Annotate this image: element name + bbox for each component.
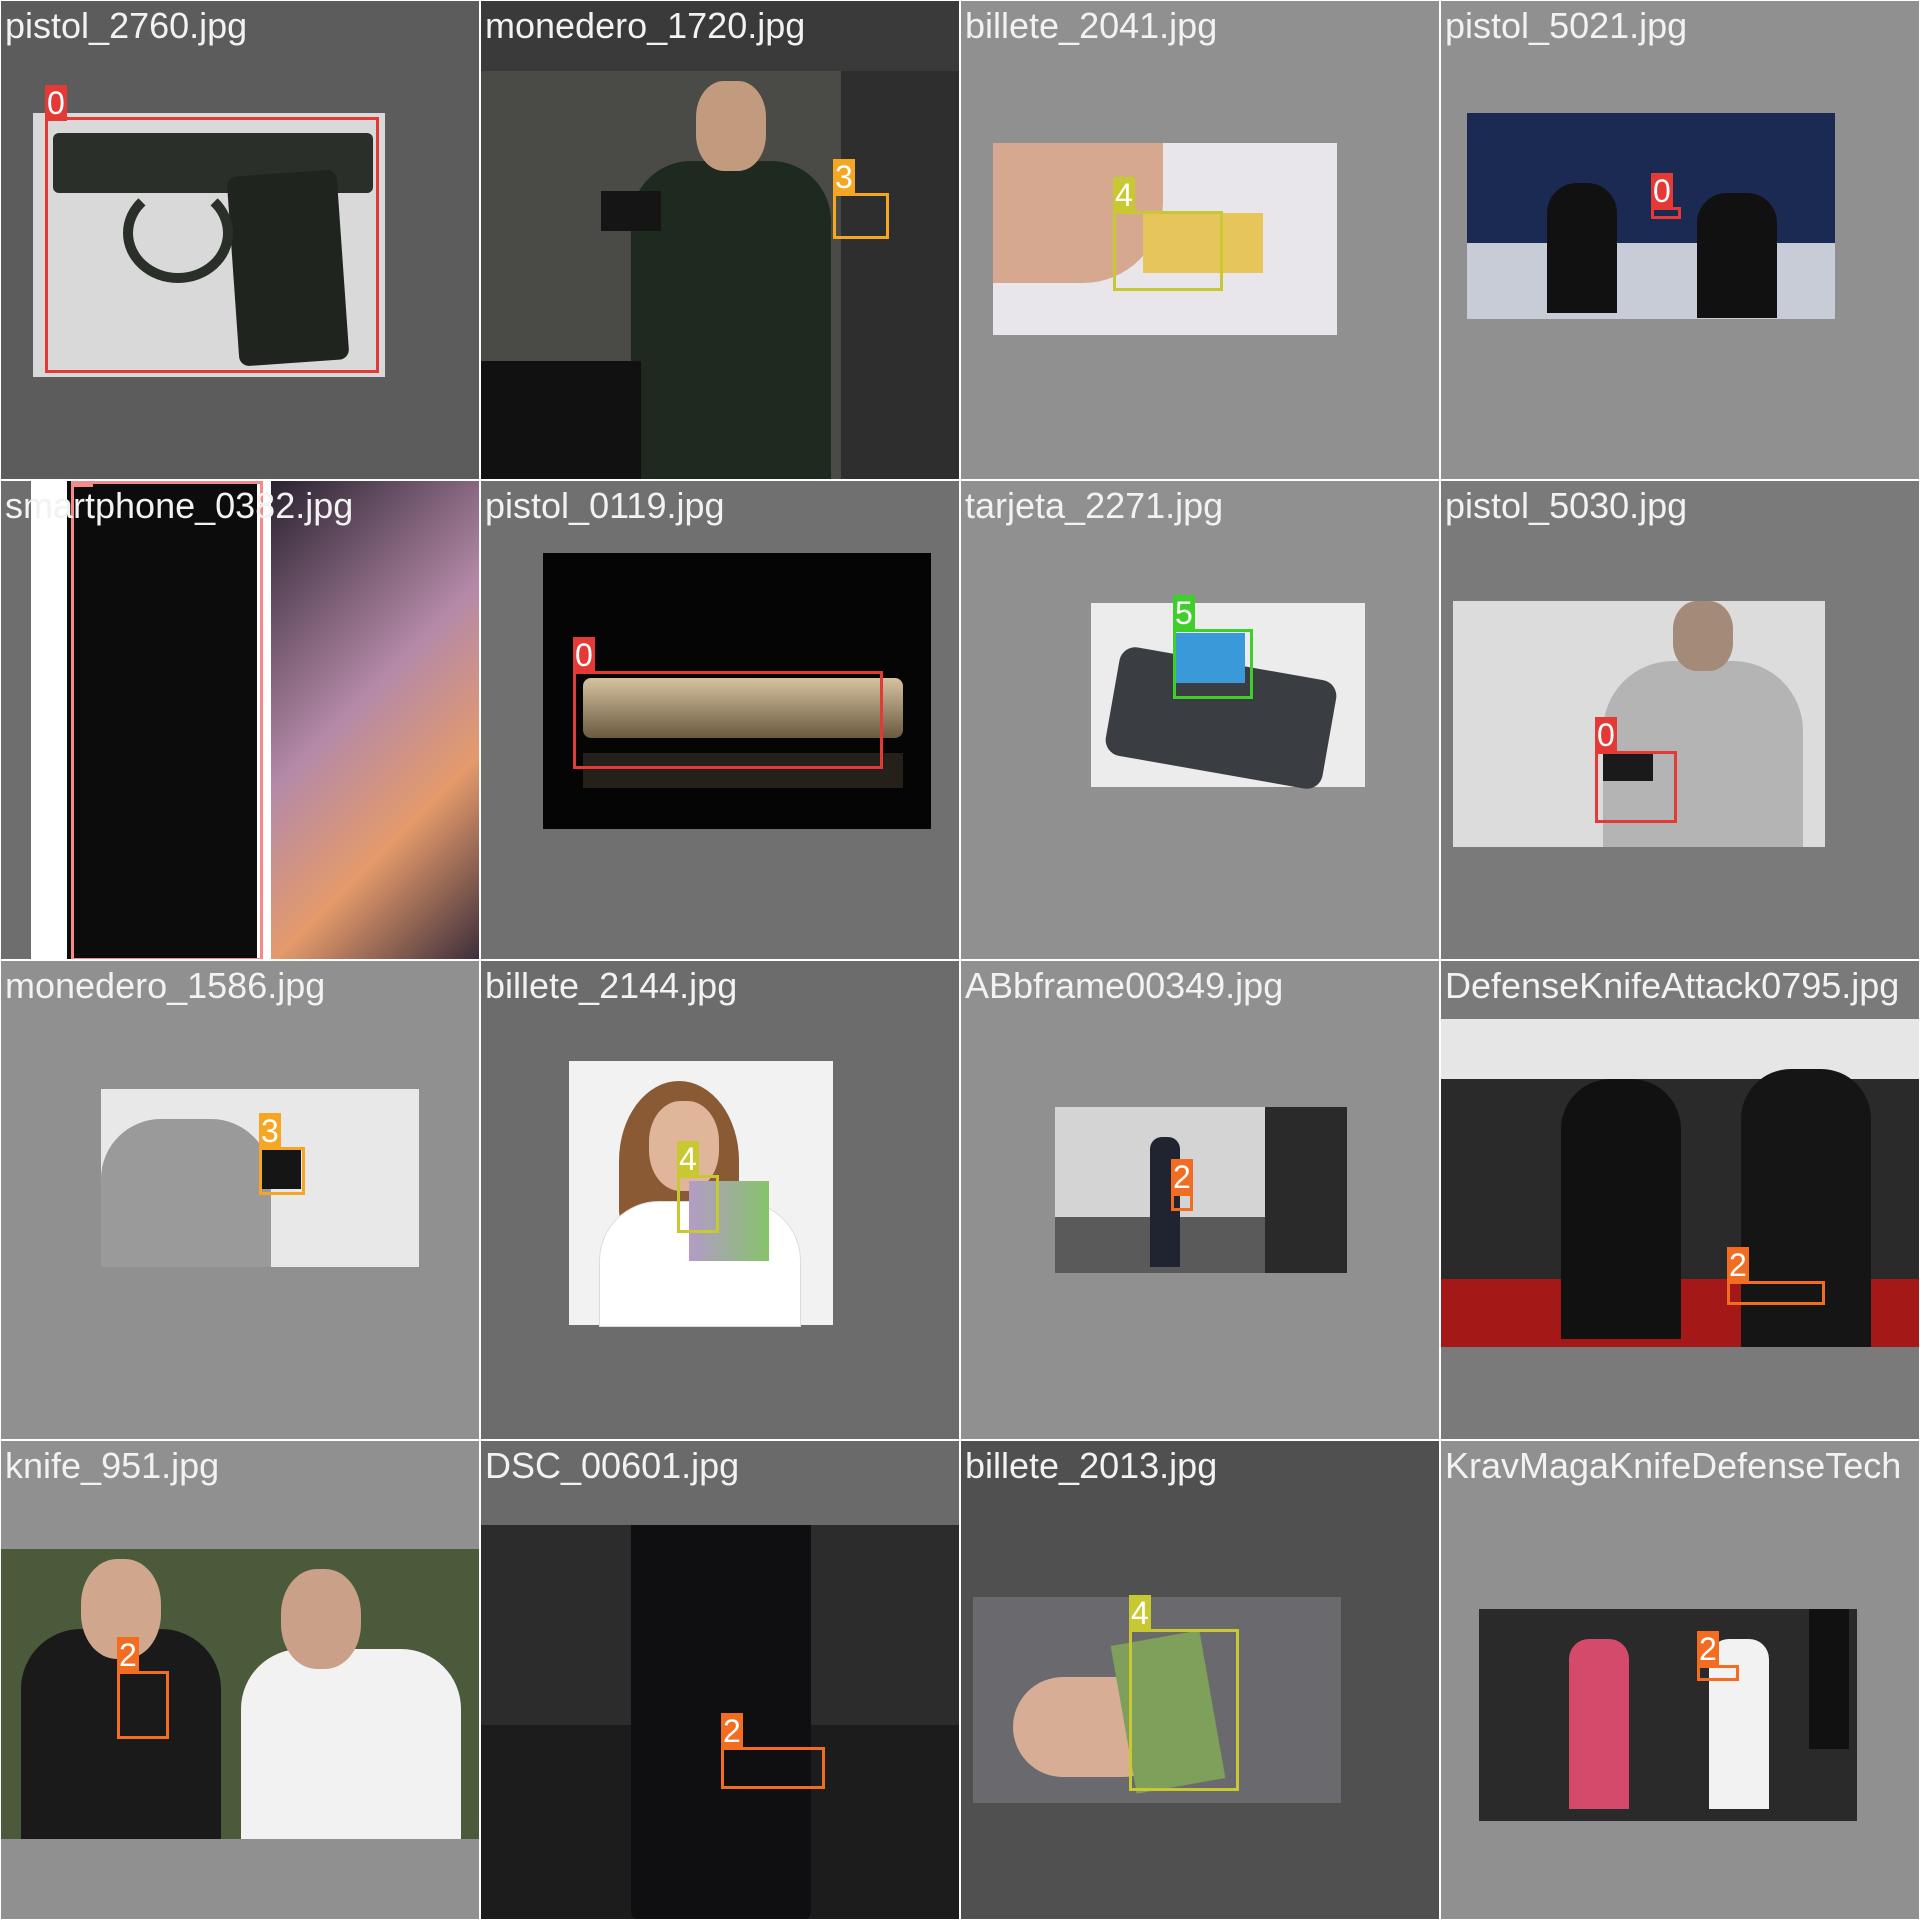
bbox-label: 2 bbox=[117, 1637, 139, 1673]
filename-label: pistol_2760.jpg bbox=[5, 5, 248, 46]
tile-monedero-1586[interactable]: 3 monedero_1586.jpg bbox=[0, 960, 480, 1440]
tile-pistol-2760[interactable]: 0 pistol_2760.jpg bbox=[0, 0, 480, 480]
bbox-2 bbox=[117, 1671, 169, 1739]
bbox-4 bbox=[1113, 211, 1223, 291]
phone-screen-shape bbox=[271, 481, 479, 959]
bbox-label: 3 bbox=[833, 159, 855, 195]
person-body-shape bbox=[631, 161, 831, 479]
bbox-label: 4 bbox=[677, 1141, 699, 1177]
filename-label: pistol_5030.jpg bbox=[1445, 485, 1688, 526]
floor-shape bbox=[1467, 243, 1835, 319]
bbox-label: 0 bbox=[45, 85, 67, 121]
photo-monedero-1720 bbox=[481, 71, 959, 479]
filename-label: smartphone_0382.jpg bbox=[5, 485, 354, 526]
tile-monedero-1720[interactable]: 3 monedero_1720.jpg bbox=[480, 0, 960, 480]
tile-smartphone-0382[interactable]: 1 smartphone_0382.jpg bbox=[0, 480, 480, 960]
tile-pistol-0119[interactable]: 0 pistol_0119.jpg bbox=[480, 480, 960, 960]
bag-shape bbox=[1809, 1609, 1849, 1749]
wall-shape bbox=[841, 71, 959, 479]
bbox-4 bbox=[1129, 1629, 1239, 1791]
monitor-shape bbox=[481, 361, 641, 479]
bbox-label: 3 bbox=[259, 1113, 281, 1149]
tile-defenseknifeattack0795[interactable]: 2 DefenseKnifeAttack0795.jpg bbox=[1440, 960, 1920, 1440]
person-right-shape bbox=[241, 1649, 461, 1839]
tile-pistol-5021[interactable]: 0 pistol_5021.jpg bbox=[1440, 0, 1920, 480]
fighter-left-shape bbox=[1569, 1639, 1629, 1809]
tile-pistol-5030[interactable]: 0 pistol_5030.jpg bbox=[1440, 480, 1920, 960]
filename-label: pistol_0119.jpg bbox=[485, 485, 725, 526]
bbox-2 bbox=[1171, 1193, 1193, 1211]
bbox-2 bbox=[1697, 1665, 1739, 1681]
bbox-0 bbox=[1595, 751, 1677, 823]
photo-kravmagaknifedefensetech bbox=[1479, 1609, 1857, 1821]
wall-shape bbox=[1441, 1019, 1919, 1079]
bbox-4 bbox=[677, 1175, 719, 1233]
bbox-3 bbox=[259, 1147, 305, 1195]
bbox-label: 0 bbox=[1595, 717, 1617, 753]
photo-knife-951 bbox=[1, 1549, 479, 1839]
filename-label: billete_2144.jpg bbox=[485, 965, 738, 1006]
filename-label: pistol_5021.jpg bbox=[1445, 5, 1688, 46]
filename-label: KravMagaKnifeDefenseTech bbox=[1445, 1445, 1902, 1486]
bbox-1 bbox=[71, 481, 263, 959]
bbox-label: 2 bbox=[1171, 1159, 1193, 1195]
person-right-shape bbox=[1697, 193, 1777, 318]
bbox-2 bbox=[1727, 1281, 1825, 1305]
dark-corner-shape bbox=[1265, 1107, 1347, 1273]
person-body-shape bbox=[101, 1119, 271, 1267]
tile-dsc-00601[interactable]: 2 DSC_00601.jpg bbox=[480, 1440, 960, 1920]
fighter-right-shape bbox=[1741, 1069, 1871, 1347]
bbox-5 bbox=[1173, 629, 1253, 699]
bbox-3 bbox=[833, 193, 889, 239]
person-head-shape bbox=[696, 81, 766, 171]
filename-label: billete_2041.jpg bbox=[965, 5, 1218, 46]
mosaic-grid: 0 pistol_2760.jpg 3 monedero_1720.jpg 4 … bbox=[0, 0, 1920, 1920]
bbox-label: 4 bbox=[1129, 1595, 1151, 1631]
bbox-label: 2 bbox=[1727, 1247, 1749, 1283]
person-left-shape bbox=[1547, 183, 1617, 313]
tile-billete-2041[interactable]: 4 billete_2041.jpg bbox=[960, 0, 1440, 480]
photo-abbframe00349 bbox=[1055, 1107, 1347, 1273]
tile-knife-951[interactable]: 2 knife_951.jpg bbox=[0, 1440, 480, 1920]
filename-label: billete_2013.jpg bbox=[965, 1445, 1218, 1486]
bbox-0 bbox=[45, 117, 379, 373]
filename-label: tarjeta_2271.jpg bbox=[965, 485, 1224, 526]
filename-label: DSC_00601.jpg bbox=[485, 1445, 740, 1486]
bbox-label: 0 bbox=[1651, 173, 1673, 209]
person-right-head-shape bbox=[281, 1569, 361, 1669]
filename-label: ABbframe00349.jpg bbox=[965, 965, 1284, 1006]
bbox-label: 2 bbox=[1697, 1631, 1719, 1667]
photo-defenseknifeattack0795 bbox=[1441, 1019, 1919, 1347]
person-head-shape bbox=[1673, 601, 1733, 671]
filename-label: knife_951.jpg bbox=[5, 1445, 220, 1486]
tile-billete-2013[interactable]: 4 billete_2013.jpg bbox=[960, 1440, 1440, 1920]
tile-tarjeta-2271[interactable]: 5 tarjeta_2271.jpg bbox=[960, 480, 1440, 960]
filename-label: monedero_1586.jpg bbox=[5, 965, 326, 1006]
filename-label: monedero_1720.jpg bbox=[485, 5, 806, 46]
bbox-2 bbox=[721, 1747, 825, 1789]
bbox-label: 5 bbox=[1173, 595, 1195, 631]
tile-abbframe00349[interactable]: 2 ABbframe00349.jpg bbox=[960, 960, 1440, 1440]
filename-label: DefenseKnifeAttack0795.jpg bbox=[1445, 965, 1900, 1006]
bbox-0 bbox=[573, 671, 883, 769]
bbox-label: 2 bbox=[721, 1713, 743, 1749]
tile-billete-2144[interactable]: 4 billete_2144.jpg bbox=[480, 960, 960, 1440]
tile-kravmagaknifedefensetech[interactable]: 2 KravMagaKnifeDefenseTech bbox=[1440, 1440, 1920, 1920]
fighter-left-shape bbox=[1561, 1079, 1681, 1339]
bbox-label: 4 bbox=[1113, 177, 1135, 213]
bbox-label: 0 bbox=[573, 637, 595, 673]
wallet-shape bbox=[601, 191, 661, 231]
